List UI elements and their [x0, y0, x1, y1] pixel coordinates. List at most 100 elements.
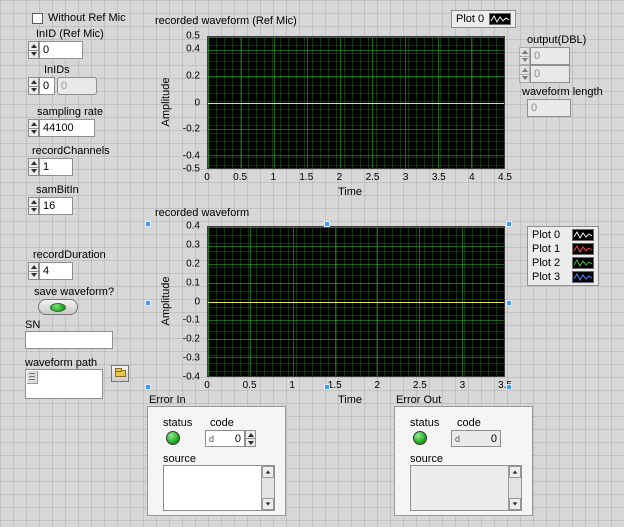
decrement-button[interactable] [28, 51, 39, 60]
gridline [208, 320, 504, 321]
record-duration-value[interactable]: 4 [39, 262, 73, 280]
increment-decrement-buttons[interactable] [28, 41, 39, 59]
x-tick-label: 1 [289, 380, 295, 391]
increment-button[interactable] [28, 262, 39, 272]
sn-input[interactable] [25, 331, 113, 349]
increment-decrement-buttons[interactable] [245, 430, 256, 447]
sampling-rate-control[interactable]: 44100 [28, 119, 95, 137]
scrollbar[interactable] [261, 466, 274, 510]
scroll-down-button[interactable] [262, 498, 274, 510]
legend-waveform-icon [489, 13, 511, 25]
gridline [208, 376, 504, 377]
decrement-button[interactable] [28, 272, 39, 281]
waveform-path-input[interactable] [25, 369, 103, 399]
selection-handle-top-left[interactable] [145, 221, 151, 227]
inid-ref-mic-control[interactable]: 0 [28, 41, 83, 59]
waveform-length-label: waveform length [522, 86, 603, 98]
decrement-button[interactable] [28, 129, 39, 138]
gridline [208, 37, 504, 38]
error-in-source-input[interactable] [163, 465, 275, 511]
path-type-icon [27, 371, 38, 384]
chart-ref-x-axis: 00.511.522.533.544.5 [207, 172, 505, 184]
increment-decrement-buttons[interactable] [28, 197, 39, 215]
chart-main-legend[interactable]: Plot 0 Plot 1 Plot 2 Plot 3 [527, 226, 599, 286]
record-channels-control[interactable]: 1 [28, 158, 73, 176]
increment-button[interactable] [28, 41, 39, 51]
selection-handle-bottom-left[interactable] [145, 384, 151, 390]
legend-item[interactable]: Plot 2 [532, 257, 594, 269]
selection-handle-top-middle[interactable] [324, 221, 330, 227]
waveform-length-value: 0 [527, 99, 571, 117]
chart-ref-plot-area[interactable] [207, 36, 505, 169]
scrollbar[interactable] [508, 466, 521, 510]
chart-main-y-axis: 0.40.30.20.10-0.1-0.2-0.3-0.4 [171, 226, 203, 377]
save-waveform-button[interactable] [38, 299, 78, 315]
increment-decrement-buttons [519, 47, 530, 65]
legend-item[interactable]: Plot 0 [532, 229, 594, 241]
decrement-button[interactable] [28, 168, 39, 177]
x-tick-label: 2.5 [366, 172, 380, 183]
chart-ref-legend[interactable]: Plot 0 [451, 10, 516, 28]
increment-button[interactable] [245, 430, 256, 439]
gridline [504, 227, 505, 376]
gridline [208, 155, 504, 156]
scroll-down-button[interactable] [509, 498, 521, 510]
legend-item[interactable]: Plot 1 [532, 243, 594, 255]
inid-ref-mic-value[interactable]: 0 [39, 41, 83, 59]
increment-decrement-buttons[interactable] [28, 119, 39, 137]
record-duration-control[interactable]: 4 [28, 262, 73, 280]
y-tick-label: -0.4 [183, 372, 200, 383]
increment-decrement-buttons[interactable] [28, 158, 39, 176]
selection-handle-middle-left[interactable] [145, 300, 151, 306]
inids-index-value[interactable]: 0 [39, 77, 55, 95]
browse-path-button[interactable] [111, 365, 129, 382]
legend-item[interactable]: Plot 3 [532, 271, 594, 283]
error-in-status-label: status [163, 417, 192, 429]
chart-ref-y-axis-label: Amplitude [160, 70, 172, 134]
error-in-code-control[interactable]: d 0 [205, 430, 256, 447]
x-tick-label: 0 [204, 380, 210, 391]
increment-button[interactable] [28, 158, 39, 168]
scroll-up-button[interactable] [509, 466, 521, 478]
without-ref-mic-control[interactable]: Without Ref Mic [32, 12, 126, 24]
selection-handle-bottom-right[interactable] [506, 384, 512, 390]
sam-bit-in-control[interactable]: 16 [28, 197, 73, 215]
sampling-rate-value[interactable]: 44100 [39, 119, 95, 137]
save-waveform-led [50, 303, 66, 312]
selection-handle-top-right[interactable] [506, 221, 512, 227]
decrement-button[interactable] [28, 87, 39, 96]
error-out-cluster: status code d 0 source [394, 406, 533, 516]
y-tick-label: 0.3 [186, 239, 200, 250]
selection-handle-middle-right[interactable] [506, 300, 512, 306]
legend-item[interactable]: Plot 0 [456, 13, 511, 25]
error-in-code-label: code [210, 417, 234, 429]
output-dbl-indicator-1: 0 [519, 65, 570, 83]
record-channels-value[interactable]: 1 [39, 158, 73, 176]
error-in-code-value[interactable]: 0 [235, 433, 241, 445]
error-out-status-label: status [410, 417, 439, 429]
legend-waveform-icon [572, 229, 594, 241]
chart-main-plot-area[interactable] [207, 226, 505, 377]
chart-main-x-axis: 00.511.522.533.5 [207, 380, 505, 392]
sam-bit-in-label: samBitIn [36, 184, 79, 196]
x-tick-label: 2.5 [413, 380, 427, 391]
increment-button[interactable] [28, 77, 39, 87]
increment-button[interactable] [28, 197, 39, 207]
sam-bit-in-value[interactable]: 16 [39, 197, 73, 215]
chart-main-title: recorded waveform [155, 207, 249, 219]
error-in-cluster: status code d 0 source [147, 406, 286, 516]
array-index-buttons[interactable] [28, 77, 39, 95]
error-in-status-led[interactable] [166, 431, 180, 445]
selection-handle-bottom-middle[interactable] [324, 384, 330, 390]
legend-plot-label: Plot 1 [532, 243, 560, 255]
without-ref-mic-checkbox[interactable] [32, 13, 43, 24]
inids-array-control[interactable]: 0 0 [28, 77, 97, 95]
decrement-button[interactable] [28, 207, 39, 216]
increment-button[interactable] [28, 119, 39, 129]
x-tick-label: 3.5 [432, 172, 446, 183]
scroll-up-button[interactable] [262, 466, 274, 478]
inids-element-value[interactable]: 0 [57, 77, 97, 95]
y-tick-label: 0.2 [186, 70, 200, 81]
increment-decrement-buttons[interactable] [28, 262, 39, 280]
decrement-button[interactable] [245, 439, 256, 447]
